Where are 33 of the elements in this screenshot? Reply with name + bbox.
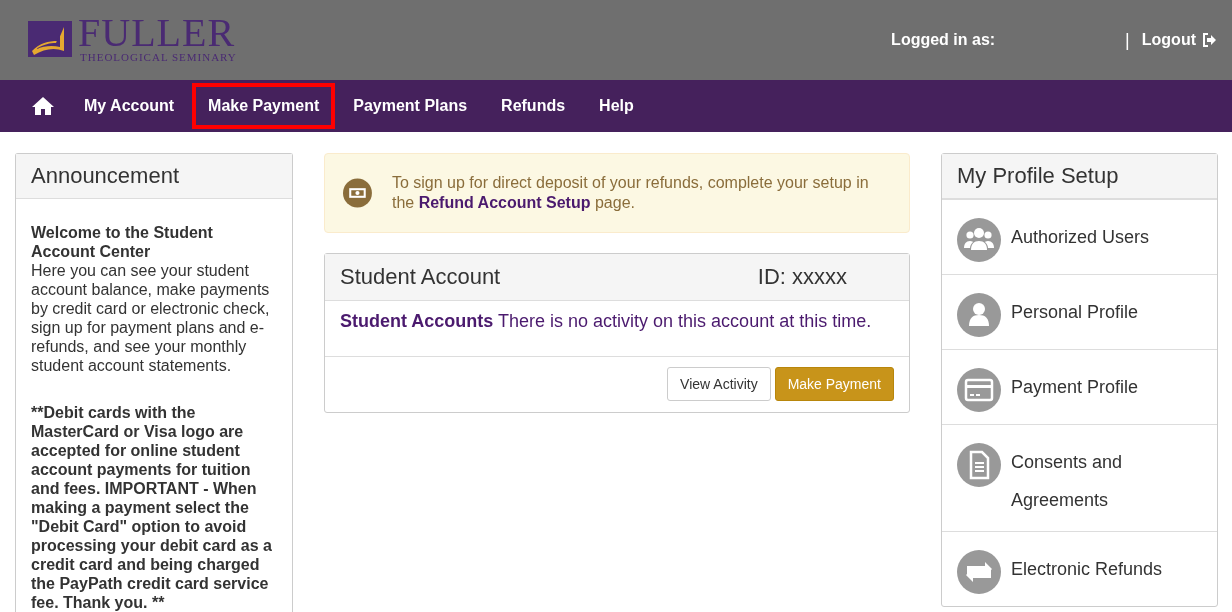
logout-icon bbox=[1202, 33, 1216, 47]
panel-title: Student Account bbox=[340, 264, 501, 290]
refund-setup-link[interactable]: Refund Account Setup bbox=[418, 194, 591, 211]
nav-link[interactable]: Make Payment bbox=[192, 83, 336, 129]
logged-in-label: Logged in as: bbox=[891, 31, 996, 49]
profile-link[interactable]: Personal Profile bbox=[942, 274, 1217, 349]
activity-message: Student Accounts There is no activity on this account at this time. bbox=[325, 301, 909, 357]
alert-message: To sign up for direct deposit of your refunds, complete your setup in the Refund Account Setup page. bbox=[391, 173, 870, 213]
document-icon bbox=[957, 443, 1001, 487]
profile-link[interactable]: Payment Profile bbox=[942, 349, 1217, 424]
announcement-text: Here you can see your student account balance, make payments by credit card or electronic check, sign up for payment plans and e-refunds, and see your monthly student account statements. bbox=[31, 261, 271, 375]
users-icon bbox=[957, 218, 1001, 262]
nav-link[interactable]: Payment Plans bbox=[337, 83, 484, 129]
separator: | bbox=[1125, 29, 1130, 51]
nav-link[interactable]: Help bbox=[583, 83, 650, 129]
announcement-heading: Welcome to the Student Account Center bbox=[31, 223, 214, 261]
panel-title: My Profile Setup bbox=[942, 154, 1217, 199]
logo-icon bbox=[28, 19, 74, 59]
account-id: ID: xxxxx bbox=[757, 264, 847, 290]
panel-title: Announcement bbox=[16, 154, 292, 199]
logo-name: FULLER bbox=[78, 15, 237, 51]
logo-subtitle: THEOLOGICAL SEMINARY bbox=[80, 51, 237, 63]
logout-link[interactable]: Logout bbox=[1141, 31, 1216, 49]
refresh-icon bbox=[957, 550, 1001, 594]
nav-link[interactable]: My Account bbox=[68, 83, 191, 129]
view-activity-button[interactable]: View Activity bbox=[667, 367, 771, 401]
profile-link[interactable]: Electronic Refunds bbox=[942, 531, 1217, 606]
card-icon bbox=[957, 368, 1001, 412]
profile-link[interactable]: Consents and Agreements bbox=[942, 424, 1217, 531]
user-icon bbox=[957, 293, 1001, 337]
announcement-notice: **Debit cards with the MasterCard or Visa logo are accepted for online student account payments for tuition and fees. IMPORTANT - When making a payment select the "Debit Card" option to avoid processing your debit card as a credit card and being charged the PayPath credit card service fee. Thank you. ** bbox=[31, 403, 273, 612]
nav-link[interactable]: Refunds bbox=[485, 83, 582, 129]
profile-link[interactable]: Authorized Users bbox=[942, 199, 1217, 274]
